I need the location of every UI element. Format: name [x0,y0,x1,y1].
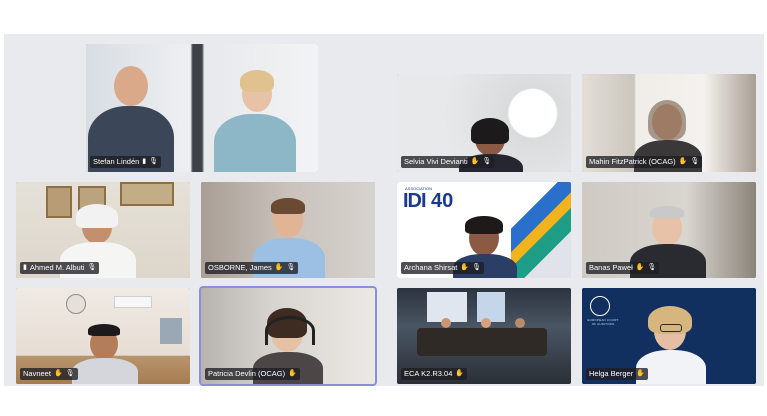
raise-hand-icon: ✋ [470,158,480,165]
participant-head [441,318,451,328]
video-tile[interactable]: Mahin FitzPatrick (OCAG) ✋ 🎙 [582,74,756,172]
video-tile[interactable]: Navneet ✋ 🎙 [16,288,190,384]
participant-name-label: ▮ Ahmed M. Albuti 🎙 [20,262,100,274]
video-tile-active-speaker[interactable]: Patricia Devlin (OCAG) ✋ [199,286,377,386]
participant-head [481,318,491,328]
participant-name: Banas Paweł [589,263,633,272]
video-tile[interactable]: OSBORNE, James ✋ 🎙 [201,182,375,278]
eca-seal-text: EUROPEAN COURT OF AUDITORS [587,318,619,326]
participant-name-label: Selvia Vivi Devianti ✋ 🎙 [401,156,495,168]
signal-bars-icon: ▮ [23,264,27,271]
mic-off-icon[interactable]: 🎙 [149,156,158,168]
idi-40-text: 40 [431,190,454,212]
mic-off-icon[interactable]: 🎙 [87,262,96,274]
wall-picture [160,318,182,344]
participant-name-label: Stefan Lindén ▮ 🎙 [90,156,162,168]
eca-seal-icon [590,296,610,316]
raise-hand-icon: ✋ [678,158,688,165]
participant-name-label: ECA K2.R3.04 ✋ [401,368,468,380]
raise-hand-icon: ✋ [635,264,645,271]
mic-off-icon[interactable]: 🎙 [482,156,491,168]
idi-logo: IDI 40 ASSOCIATION [403,186,463,216]
raise-hand-icon: ✋ [53,370,63,377]
mic-off-icon[interactable]: 🎙 [648,262,657,274]
video-tile[interactable]: ECA K2.R3.04 ✋ [397,288,571,384]
conference-table [417,328,547,356]
mic-off-icon[interactable]: 🎙 [286,262,295,274]
video-tile[interactable]: Banas Paweł ✋ 🎙 [582,182,756,278]
participant-name: Selvia Vivi Devianti [404,157,468,166]
air-conditioner [114,296,152,308]
participant-name-label: OSBORNE, James ✋ 🎙 [205,262,299,274]
raise-hand-icon: ✋ [288,370,297,377]
participant-name: Patricia Devlin (OCAG) [208,369,286,378]
video-tile[interactable]: Selvia Vivi Devianti ✋ 🎙 [397,74,571,172]
participant-name: Navneet [23,369,51,378]
idi-logo-small-text: ASSOCIATION [405,186,433,191]
participant-name: Mahin FitzPatrick (OCAG) [589,157,676,166]
participant-name: Ahmed M. Albuti [29,263,85,272]
participant-name-label: Patricia Devlin (OCAG) ✋ [205,368,300,380]
idi-logo-text: IDI [403,190,427,212]
glasses-icon [660,324,682,332]
raise-hand-icon: ✋ [636,370,645,377]
room-banner [477,292,505,322]
raise-hand-icon: ✋ [274,264,284,271]
video-grid: Stefan Lindén ▮ 🎙 Selvia Vivi Devianti ✋… [4,34,764,386]
participant-name: OSBORNE, James [208,263,272,272]
video-tile[interactable]: ▮ Ahmed M. Albuti 🎙 [16,182,190,278]
participant-name: Archana Shirsat [404,263,458,272]
participant-head [515,318,525,328]
mic-off-icon[interactable]: 🎙 [472,262,481,274]
participant-name-label: Banas Paweł ✋ 🎙 [586,262,660,274]
raise-hand-icon: ✋ [460,264,470,271]
background-pattern [511,182,571,278]
participant-name-label: Navneet ✋ 🎙 [20,368,78,380]
emblem-icon [66,294,86,314]
video-tile[interactable]: Stefan Lindén ▮ 🎙 [86,44,318,172]
participant-name-label: Helga Berger ✋ [586,368,648,380]
mic-off-icon[interactable]: 🎙 [690,156,699,168]
video-tile[interactable]: IDI 40 ASSOCIATION Archana Shirsat ✋ 🎙 [397,182,571,278]
signal-bars-icon: ▮ [142,158,147,165]
participant-name-label: Archana Shirsat ✋ 🎙 [401,262,484,274]
participant-name: Helga Berger [589,369,634,378]
wall-portrait [120,182,174,206]
video-tile[interactable]: EUROPEAN COURT OF AUDITORS Helga Berger … [582,288,756,384]
mic-off-icon[interactable]: 🎙 [66,368,75,380]
participant-name: ECA K2.R3.04 [404,369,453,378]
raise-hand-icon: ✋ [455,370,465,377]
participant-name-label: Mahin FitzPatrick (OCAG) ✋ 🎙 [586,156,703,168]
participant-name: Stefan Lindén [93,157,140,166]
headset-icon [265,316,315,345]
wall-portrait [46,186,72,218]
